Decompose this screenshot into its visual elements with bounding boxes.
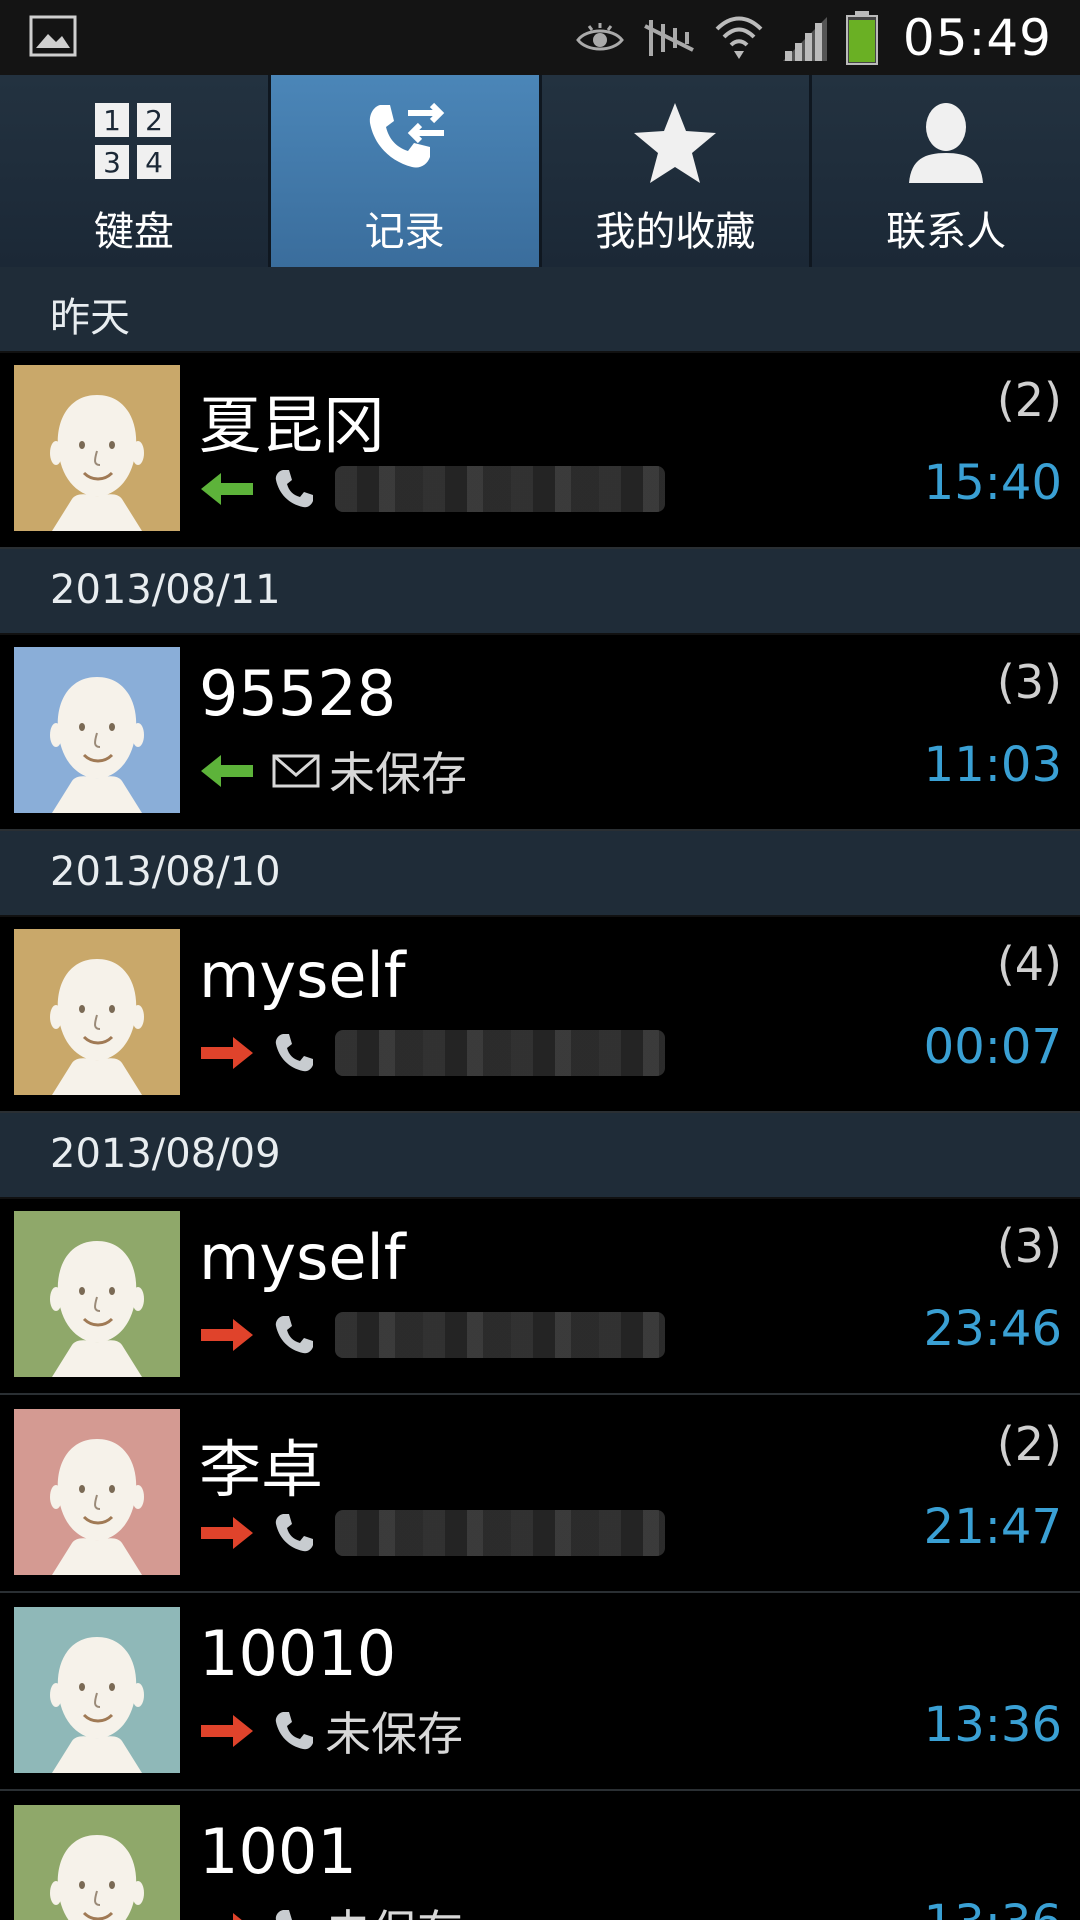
keypad-icon: 1 2 3 4: [94, 103, 171, 179]
number-redacted: [335, 1030, 665, 1076]
number-redacted: [335, 1312, 665, 1358]
date-header-label: 2013/08/10: [50, 849, 281, 895]
message-icon: [271, 751, 321, 791]
phone-icon: [271, 1510, 317, 1556]
call-detail: [199, 1023, 665, 1083]
svg-text:4: 4: [145, 146, 163, 179]
contact-avatar[interactable]: [14, 365, 180, 531]
contact-icon: [909, 103, 984, 183]
call-log-row[interactable]: 10010 未保存 13:36: [0, 1593, 1080, 1791]
call-log-row[interactable]: 夏昆冈 (2) 15:40: [0, 351, 1080, 549]
call-time: 00:07: [923, 1019, 1062, 1075]
call-count: (3): [996, 1219, 1062, 1273]
contact-name: myself: [199, 1221, 406, 1294]
outgoing-arrow-icon: [199, 1513, 255, 1553]
call-detail: [199, 1503, 665, 1563]
contact-avatar[interactable]: [14, 647, 180, 813]
date-header-label: 2013/08/09: [50, 1131, 281, 1177]
contact-avatar[interactable]: [14, 1211, 180, 1377]
date-header-label: 2013/08/11: [50, 567, 281, 613]
call-count: (3): [996, 655, 1062, 709]
svg-text:2: 2: [145, 104, 163, 137]
date-header: 2013/08/10: [0, 831, 1080, 917]
status-bar: 05:49: [0, 0, 1080, 75]
call-time: 21:47: [923, 1499, 1062, 1555]
contact-avatar[interactable]: [14, 1409, 180, 1575]
call-time: 13:36: [923, 1697, 1062, 1753]
date-header: 昨天: [0, 267, 1080, 353]
svg-text:1: 1: [103, 104, 121, 137]
outgoing-arrow-icon: [199, 1315, 255, 1355]
signal-icon: [782, 16, 827, 61]
call-detail: 未保存: [199, 741, 467, 801]
call-detail: [199, 1305, 665, 1365]
call-detail: 未保存: [199, 1701, 463, 1761]
tab-label: 联系人: [886, 209, 1007, 255]
call-time: 23:46: [923, 1301, 1062, 1357]
contact-name: myself: [199, 939, 406, 1012]
mute-icon: [644, 19, 694, 56]
call-detail: 未保存: [199, 1899, 463, 1920]
outgoing-arrow-icon: [199, 1711, 255, 1751]
call-log-icon: [369, 102, 444, 168]
contact-name: 李卓: [199, 1433, 324, 1506]
phone-icon: [271, 1030, 317, 1076]
date-header-label: 昨天: [50, 295, 130, 341]
call-time: 13:36: [924, 1895, 1062, 1920]
call-count: (4): [996, 937, 1062, 991]
incoming-arrow-icon: [199, 469, 255, 509]
contact-avatar[interactable]: [14, 1805, 180, 1920]
contact-name: 95528: [199, 657, 397, 730]
svg-text:3: 3: [103, 146, 121, 179]
tab-log[interactable]: 记录: [270, 75, 542, 267]
call-detail: [199, 459, 665, 519]
call-log-row[interactable]: 李卓 (2) 21:47: [0, 1395, 1080, 1593]
star-icon: [634, 103, 717, 183]
unsaved-label: 未保存: [329, 747, 467, 801]
phone-icon: [271, 1312, 317, 1358]
contact-name: 夏昆冈: [199, 389, 386, 462]
status-time: 05:49: [902, 8, 1052, 67]
tab-favorites[interactable]: 我的收藏: [542, 75, 813, 267]
tab-label: 记录: [364, 209, 445, 255]
call-count: (2): [996, 373, 1062, 427]
call-log-row[interactable]: myself (3) 23:46: [0, 1197, 1080, 1395]
date-header: 2013/08/09: [0, 1113, 1080, 1199]
incoming-arrow-icon: [199, 751, 255, 791]
wifi-icon: [715, 16, 763, 59]
unsaved-label: 未保存: [325, 1707, 463, 1761]
tab-bar: 1 2 3 4 键盘 记录 我的收藏 联系人: [0, 75, 1080, 267]
tab-contacts[interactable]: 联系人: [812, 75, 1080, 267]
outgoing-arrow-icon: [199, 1909, 255, 1920]
tab-label: 我的收藏: [595, 209, 756, 255]
eye-icon: [576, 22, 624, 50]
phone-icon: [271, 466, 317, 512]
phone-icon: [271, 1708, 317, 1754]
number-redacted: [335, 466, 665, 512]
call-log-row[interactable]: 95528 未保存 (3) 11:03: [0, 633, 1080, 831]
call-time: 11:03: [923, 737, 1062, 793]
tab-keypad[interactable]: 1 2 3 4 键盘: [0, 75, 271, 267]
call-log-row[interactable]: 1001 未保存 13:36: [0, 1791, 1080, 1920]
contact-avatar[interactable]: [14, 1607, 180, 1773]
contact-name: 10010: [199, 1617, 397, 1690]
gallery-icon: [29, 15, 77, 57]
number-redacted: [335, 1510, 665, 1556]
contact-avatar[interactable]: [14, 929, 180, 1095]
unsaved-label: 未保存: [325, 1896, 463, 1920]
outgoing-arrow-icon: [199, 1033, 255, 1073]
contact-name: 1001: [199, 1815, 357, 1888]
call-log-row[interactable]: myself (4) 00:07: [0, 915, 1080, 1113]
call-time: 15:40: [923, 455, 1062, 511]
phone-icon: [271, 1906, 317, 1920]
call-count: (2): [996, 1417, 1062, 1471]
tab-label: 键盘: [93, 209, 174, 255]
date-header: 2013/08/11: [0, 549, 1080, 635]
battery-icon: [845, 10, 878, 65]
